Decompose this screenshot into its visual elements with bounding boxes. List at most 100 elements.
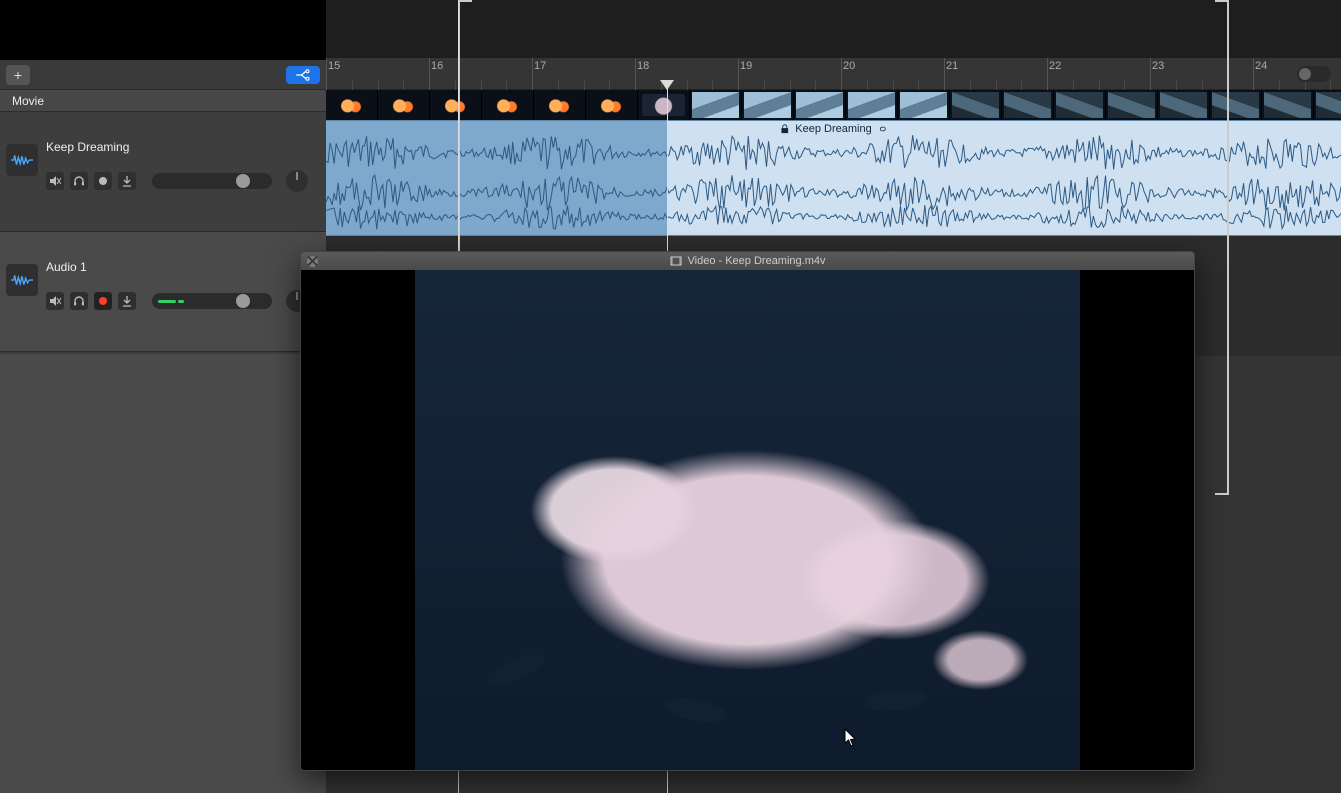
movie-thumbnail[interactable] [1054, 90, 1106, 120]
movie-thumbnail[interactable] [326, 90, 378, 120]
ruler-bar-number: 17 [534, 60, 546, 72]
track-type-icon [6, 144, 38, 176]
ruler-tick [841, 58, 842, 90]
ruler-subtick [378, 80, 379, 90]
solo-button[interactable] [70, 292, 88, 310]
sidebar-empty-area [0, 354, 326, 793]
movie-thumbnail[interactable] [1158, 90, 1210, 120]
ruler-subtick [352, 80, 353, 90]
movie-thumbnail[interactable] [1210, 90, 1262, 120]
ruler-subtick [1176, 80, 1177, 90]
video-preview-window[interactable]: Video - Keep Dreaming.m4v [300, 251, 1195, 771]
movie-thumbnail-strip[interactable] [326, 90, 1341, 120]
audio-region[interactable]: Keep Dreaming [326, 120, 1341, 236]
ruler-tick [429, 58, 430, 90]
ruler-bar-number: 23 [1152, 60, 1164, 72]
video-frame-content [415, 270, 1080, 770]
audio-region-label: Keep Dreaming [779, 123, 887, 135]
movie-thumbnail[interactable] [534, 90, 586, 120]
input-icon [121, 295, 133, 307]
ruler-subtick [893, 80, 894, 90]
input-monitor-button[interactable] [118, 292, 136, 310]
audio-wave-icon [11, 153, 33, 167]
input-monitor-button[interactable] [118, 172, 136, 190]
movie-thumbnail[interactable] [1106, 90, 1158, 120]
ruler-subtick [558, 80, 559, 90]
movie-thumbnail[interactable] [950, 90, 1002, 120]
ruler-bar-number: 21 [946, 60, 958, 72]
lock-icon [779, 124, 789, 134]
ruler-bar-number: 15 [328, 60, 340, 72]
track-header[interactable]: Keep Dreaming [0, 112, 326, 232]
ruler-tick [1047, 58, 1048, 90]
ruler-subtick [506, 80, 507, 90]
volume-slider[interactable] [152, 293, 272, 309]
ruler-subtick [918, 80, 919, 90]
movie-thumbnail[interactable] [794, 90, 846, 120]
track-controls [46, 290, 316, 312]
movie-thumbnail[interactable] [742, 90, 794, 120]
record-enable-button[interactable] [94, 292, 112, 310]
volume-thumb[interactable] [236, 174, 250, 188]
movie-thumbnail[interactable] [378, 90, 430, 120]
audio-wave-icon [11, 273, 33, 287]
ruler-tick [1253, 58, 1254, 90]
ruler-bar-number: 19 [740, 60, 752, 72]
ruler-bar-number: 16 [431, 60, 443, 72]
record-enable-button[interactable] [94, 172, 112, 190]
movie-thumbnail[interactable] [482, 90, 534, 120]
ruler-tick [944, 58, 945, 90]
ruler-subtick [481, 80, 482, 90]
ruler-tick [326, 58, 327, 90]
movie-thumbnail[interactable] [1002, 90, 1054, 120]
mouse-cursor [844, 728, 858, 748]
movie-thumbnail[interactable] [638, 90, 690, 120]
sidebar-toolbar: + [0, 60, 326, 90]
automation-toggle-button[interactable] [286, 66, 320, 84]
scissors-icon [294, 69, 312, 81]
volume-slider[interactable] [152, 173, 272, 189]
ruler-tick [635, 58, 636, 90]
ruler-subtick [996, 80, 997, 90]
movie-thumbnail[interactable] [1314, 90, 1341, 120]
timeline-ruler[interactable]: 15 16 17 18 19 20 21 22 23 24 [326, 58, 1341, 90]
video-window-title: Video - Keep Dreaming.m4v [688, 255, 826, 267]
ruler-subtick [687, 80, 688, 90]
pan-knob[interactable] [286, 170, 308, 192]
ruler-subtick [1124, 80, 1125, 90]
film-icon [670, 255, 682, 267]
add-track-button[interactable]: + [6, 65, 30, 85]
loop-icon [878, 124, 888, 134]
movie-track-header[interactable]: Movie [0, 90, 326, 112]
movie-thumbnail[interactable] [898, 90, 950, 120]
solo-button[interactable] [70, 172, 88, 190]
volume-thumb[interactable] [236, 294, 250, 308]
movie-thumbnail[interactable] [690, 90, 742, 120]
mute-button[interactable] [46, 292, 64, 310]
movie-thumbnail[interactable] [586, 90, 638, 120]
ruler-tick [1150, 58, 1151, 90]
waveform-channel [326, 133, 1341, 173]
track-header[interactable]: Audio 1 [0, 232, 326, 352]
ruler-bar-number: 24 [1255, 60, 1267, 72]
ruler-subtick [584, 80, 585, 90]
ruler-bar-number: 20 [843, 60, 855, 72]
close-window-button[interactable] [307, 256, 318, 267]
snap-toggle[interactable] [1297, 66, 1331, 82]
mute-button[interactable] [46, 172, 64, 190]
ruler-bar-number: 22 [1049, 60, 1061, 72]
ruler-subtick [1099, 80, 1100, 90]
movie-thumbnail[interactable] [846, 90, 898, 120]
track-type-icon [6, 264, 38, 296]
cycle-region-end[interactable] [1227, 0, 1229, 495]
ruler-subtick [970, 80, 971, 90]
track-name-label: Keep Dreaming [46, 140, 316, 154]
track-header-panel: + Movie Keep Dreaming [0, 60, 326, 793]
movie-thumbnail[interactable] [1262, 90, 1314, 120]
ruler-tick [738, 58, 739, 90]
ruler-subtick [1202, 80, 1203, 90]
ruler-bar-number: 18 [637, 60, 649, 72]
movie-thumbnail[interactable] [430, 90, 482, 120]
video-window-titlebar[interactable]: Video - Keep Dreaming.m4v [301, 252, 1194, 270]
video-viewport [301, 270, 1194, 770]
